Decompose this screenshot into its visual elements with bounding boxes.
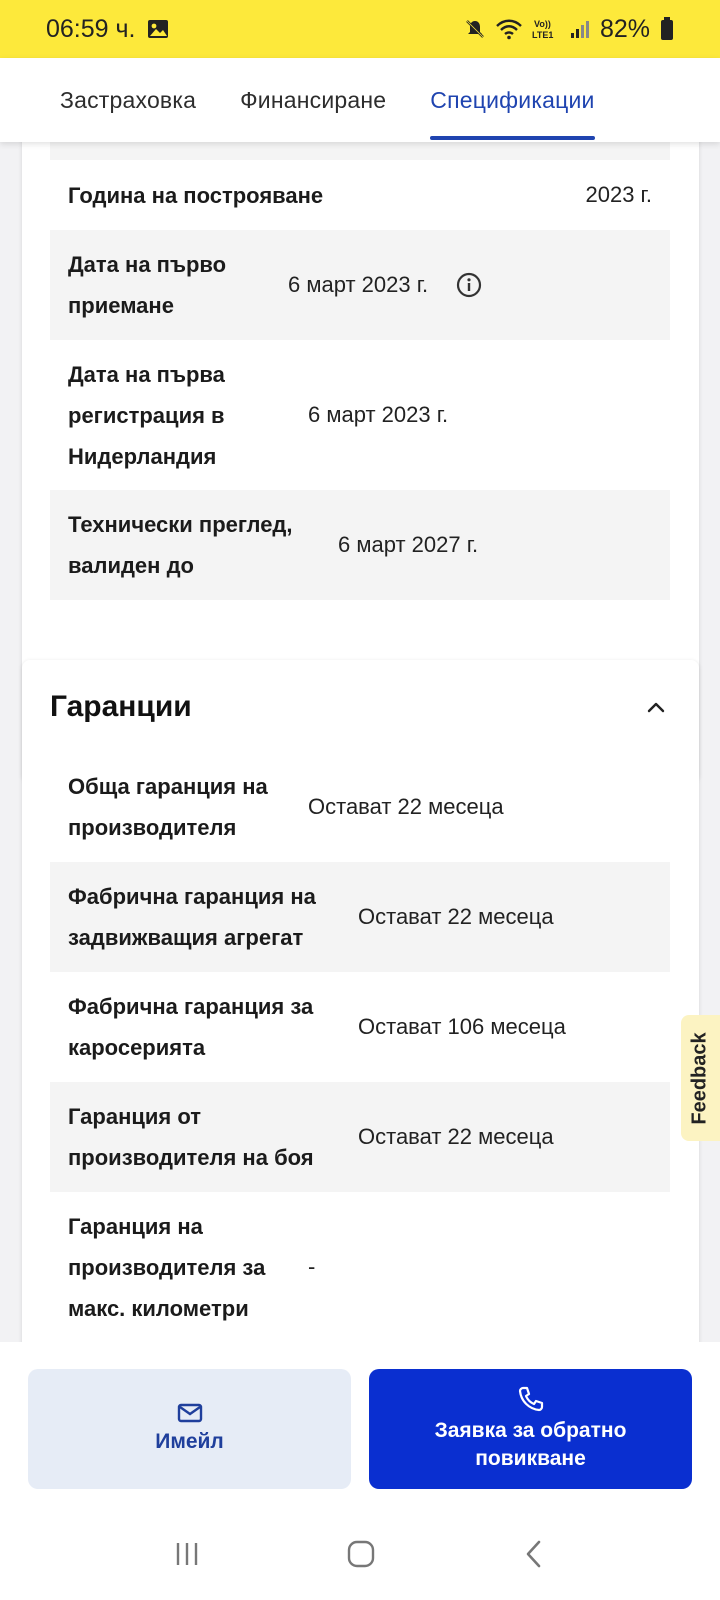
spec-label: Дата на първо приемане	[68, 252, 227, 318]
warranty-value: -	[308, 1254, 316, 1279]
warranty-label: Фабрична гаранция за каросерията	[68, 994, 314, 1060]
warranty-row: Обща гаранция на производителя Остават 2…	[50, 752, 670, 862]
phone-icon	[517, 1385, 545, 1413]
feedback-label: Feedback	[689, 1031, 712, 1125]
spec-value: 6 март 2023 г.	[308, 402, 449, 427]
spec-row: Година на построяване 2023 г.	[50, 160, 670, 230]
spec-value: 6 март 2023 г.	[288, 272, 482, 298]
warranty-label: Фабрична гаранция на задвижващия агрегат	[68, 884, 316, 950]
content-scroll[interactable]: Година на построяване 2023 г. Дата на пъ…	[0, 142, 720, 1342]
spec-label: Технически преглед, валиден до	[68, 512, 293, 578]
callback-button-label: Заявка за обратно повикване	[434, 1419, 627, 1470]
spec-row-previous	[50, 142, 670, 160]
system-nav-bar	[0, 1508, 720, 1600]
tab-specifications[interactable]: Спецификации	[430, 58, 595, 142]
tab-financing[interactable]: Финансиране	[240, 58, 386, 142]
spec-label: Дата на първа регистрация в Нидерландия	[68, 361, 225, 469]
recent-apps-icon[interactable]	[172, 1539, 202, 1569]
wifi-icon	[496, 18, 522, 40]
svg-text:LTE1: LTE1	[532, 30, 553, 40]
feedback-tab[interactable]: Feedback	[681, 1015, 720, 1141]
section-title-warranties: Гаранции	[50, 690, 192, 723]
spec-label: Година на построяване	[68, 182, 324, 208]
callback-request-button[interactable]: Заявка за обратно повикване	[369, 1369, 692, 1489]
spec-row: Технически преглед, валиден до 6 март 20…	[50, 490, 670, 600]
warranty-label: Гаранция от производителя на боя	[68, 1104, 314, 1170]
mute-icon	[464, 18, 486, 40]
gallery-notification-icon	[147, 19, 169, 39]
warranty-row: Фабрична гаранция за каросерията Остават…	[50, 972, 670, 1082]
warranty-label: Обща гаранция на производителя	[68, 774, 268, 840]
warranty-value: Остават 22 месеца	[308, 794, 504, 819]
home-icon[interactable]	[345, 1538, 377, 1570]
warranty-row: Гаранция от производителя на боя Остават…	[50, 1082, 670, 1192]
info-icon[interactable]	[456, 272, 482, 298]
battery-percent: 82%	[599, 14, 650, 43]
warranty-row: Гаранция на производителя за макс. килом…	[50, 1192, 670, 1342]
warranties-card: Гаранции Обща гаранция на производителя …	[22, 660, 699, 1342]
warranty-label: Гаранция на производителя за макс. килом…	[68, 1213, 266, 1321]
battery-icon	[660, 17, 674, 41]
email-button[interactable]: Имейл	[28, 1369, 351, 1489]
warranty-value: Остават 22 месеца	[358, 1124, 554, 1149]
tab-bar: Застраховка Финансиране Спецификации	[0, 58, 720, 142]
spec-value: 2023 г.	[585, 182, 652, 207]
warranty-row: Фабрична гаранция на задвижващия агрегат…	[50, 862, 670, 972]
volte-icon: Vo)) LTE1	[532, 18, 560, 40]
spec-value: 6 март 2027 г.	[338, 532, 479, 557]
warranty-value: Остават 106 месеца	[358, 1014, 566, 1039]
mail-icon	[177, 1402, 203, 1424]
signal-icon	[570, 19, 590, 39]
svg-text:Vo)): Vo))	[534, 19, 551, 29]
warranty-value: Остават 22 месеца	[358, 904, 554, 929]
status-bar: 06:59 ч. Vo)) LTE1 82%	[0, 0, 720, 58]
spec-row: Дата на първо приемане 6 март 2023 г.	[50, 230, 670, 340]
tab-insurance[interactable]: Застраховка	[60, 58, 196, 142]
spec-row: Дата на първа регистрация в Нидерландия …	[50, 340, 670, 490]
email-button-label: Имейл	[155, 1430, 224, 1453]
back-icon[interactable]	[520, 1538, 548, 1570]
chevron-up-icon[interactable]	[645, 696, 667, 718]
status-time: 06:59 ч.	[46, 14, 136, 43]
